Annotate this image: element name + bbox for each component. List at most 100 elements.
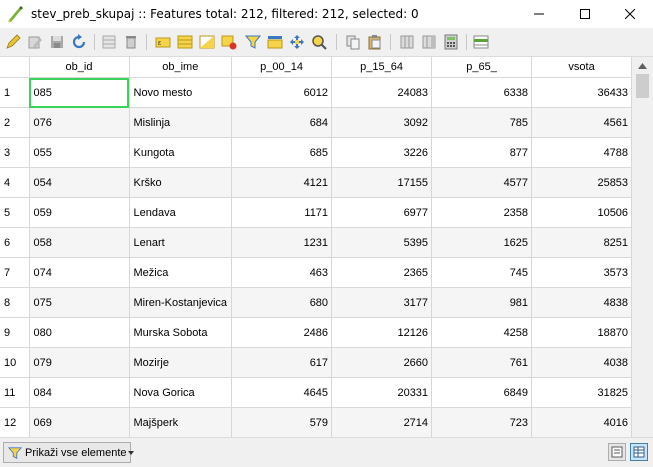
row-number[interactable]: 3 xyxy=(0,137,30,168)
toggle-edit-icon[interactable] xyxy=(4,33,22,51)
cell-p-65[interactable]: 4258 xyxy=(431,317,533,348)
paste-features-icon[interactable] xyxy=(366,33,384,51)
cell-ob-ime[interactable]: Miren-Kostanjevica xyxy=(129,287,233,318)
cell-ob-id[interactable]: 058 xyxy=(29,227,130,258)
row-number[interactable]: 11 xyxy=(0,377,30,408)
column-header-ob-ime[interactable]: ob_ime xyxy=(129,57,233,78)
cell-p-15-64[interactable]: 24083 xyxy=(331,77,433,108)
table-view-button[interactable] xyxy=(630,443,648,461)
scrollbar-thumb[interactable] xyxy=(636,74,649,98)
cell-vsota[interactable]: 36433 xyxy=(531,77,633,108)
cell-p-65[interactable]: 877 xyxy=(431,137,533,168)
cell-p-15-64[interactable]: 3226 xyxy=(331,137,433,168)
cell-p-15-64[interactable]: 6977 xyxy=(331,197,433,228)
delete-features-icon[interactable] xyxy=(122,33,140,51)
cell-p-00-14[interactable]: 579 xyxy=(231,407,333,437)
cell-vsota[interactable]: 18870 xyxy=(531,317,633,348)
cell-p-65[interactable]: 981 xyxy=(431,287,533,318)
cell-p-65[interactable]: 785 xyxy=(431,107,533,138)
add-feature-icon[interactable] xyxy=(100,33,118,51)
cell-vsota[interactable]: 25853 xyxy=(531,167,633,198)
column-header-p-65[interactable]: p_65_ xyxy=(431,57,533,78)
cell-vsota[interactable]: 3573 xyxy=(531,257,633,288)
cell-ob-id[interactable]: 069 xyxy=(29,407,130,437)
delete-field-icon[interactable] xyxy=(398,33,416,51)
cell-p-00-14[interactable]: 680 xyxy=(231,287,333,318)
cell-vsota[interactable]: 4016 xyxy=(531,407,633,437)
cell-vsota[interactable]: 31825 xyxy=(531,377,633,408)
cell-p-65[interactable]: 745 xyxy=(431,257,533,288)
cell-ob-id[interactable]: 059 xyxy=(29,197,130,228)
minimize-button[interactable] xyxy=(516,0,562,28)
cell-ob-ime[interactable]: Murska Sobota xyxy=(129,317,233,348)
field-calculator-icon[interactable] xyxy=(442,33,460,51)
corner-cell[interactable] xyxy=(0,57,30,78)
table-row[interactable]: 11 084 Nova Gorica 4645 20331 6849 31825 xyxy=(0,377,633,408)
cell-p-65[interactable]: 2358 xyxy=(431,197,533,228)
cell-ob-id[interactable]: 085 xyxy=(29,77,130,108)
cell-p-15-64[interactable]: 20331 xyxy=(331,377,433,408)
cell-p-15-64[interactable]: 2660 xyxy=(331,347,433,378)
table-row[interactable]: 10 079 Mozirje 617 2660 761 4038 xyxy=(0,347,633,378)
cell-ob-ime[interactable]: Kungota xyxy=(129,137,233,168)
cell-p-00-14[interactable]: 4121 xyxy=(231,167,333,198)
cell-ob-ime[interactable]: Nova Gorica xyxy=(129,377,233,408)
select-all-icon[interactable] xyxy=(176,33,194,51)
multi-edit-icon[interactable] xyxy=(26,33,44,51)
column-header-p-00-14[interactable]: p_00_14 xyxy=(231,57,333,78)
deselect-all-icon[interactable] xyxy=(220,33,238,51)
column-header-p-15-64[interactable]: p_15_64 xyxy=(331,57,433,78)
cell-ob-id[interactable]: 076 xyxy=(29,107,130,138)
cell-p-65[interactable]: 4577 xyxy=(431,167,533,198)
select-expression-icon[interactable]: ε xyxy=(154,33,172,51)
cell-p-15-64[interactable]: 12126 xyxy=(331,317,433,348)
cell-p-15-64[interactable]: 2365 xyxy=(331,257,433,288)
filter-icon[interactable] xyxy=(244,33,262,51)
cell-p-15-64[interactable]: 3177 xyxy=(331,287,433,318)
cell-p-15-64[interactable]: 5395 xyxy=(331,227,433,258)
cell-ob-ime[interactable]: Mozirje xyxy=(129,347,233,378)
cell-vsota[interactable]: 8251 xyxy=(531,227,633,258)
new-field-icon[interactable] xyxy=(420,33,438,51)
vertical-scrollbar[interactable] xyxy=(632,57,653,437)
table-row[interactable]: 3 055 Kungota 685 3226 877 4788 xyxy=(0,137,633,168)
move-selection-top-icon[interactable] xyxy=(266,33,284,51)
zoom-to-selected-icon[interactable] xyxy=(310,33,328,51)
cell-ob-ime[interactable]: Majšperk xyxy=(129,407,233,437)
table-row[interactable]: 6 058 Lenart 1231 5395 1625 8251 xyxy=(0,227,633,258)
cell-p-00-14[interactable]: 1171 xyxy=(231,197,333,228)
cell-vsota[interactable]: 4788 xyxy=(531,137,633,168)
cell-ob-ime[interactable]: Krško xyxy=(129,167,233,198)
table-row[interactable]: 2 076 Mislinja 684 3092 785 4561 xyxy=(0,107,633,138)
reload-icon[interactable] xyxy=(70,33,88,51)
scroll-up-arrow-icon[interactable] xyxy=(632,57,653,74)
cell-p-00-14[interactable]: 6012 xyxy=(231,77,333,108)
table-row[interactable]: 9 080 Murska Sobota 2486 12126 4258 1887… xyxy=(0,317,633,348)
cell-ob-ime[interactable]: Lenart xyxy=(129,227,233,258)
row-number[interactable]: 10 xyxy=(0,347,30,378)
cell-p-00-14[interactable]: 2486 xyxy=(231,317,333,348)
row-number[interactable]: 1 xyxy=(0,77,30,108)
cell-ob-id[interactable]: 079 xyxy=(29,347,130,378)
cell-p-15-64[interactable]: 17155 xyxy=(331,167,433,198)
row-number[interactable]: 4 xyxy=(0,167,30,198)
cell-p-65[interactable]: 761 xyxy=(431,347,533,378)
cell-p-65[interactable]: 1625 xyxy=(431,227,533,258)
row-number[interactable]: 9 xyxy=(0,317,30,348)
cell-ob-id[interactable]: 084 xyxy=(29,377,130,408)
maximize-button[interactable] xyxy=(562,0,608,28)
cell-p-00-14[interactable]: 463 xyxy=(231,257,333,288)
table-row[interactable]: 5 059 Lendava 1171 6977 2358 10506 xyxy=(0,197,633,228)
cell-p-00-14[interactable]: 684 xyxy=(231,107,333,138)
row-number[interactable]: 2 xyxy=(0,107,30,138)
table-row[interactable]: 1 085 Novo mesto 6012 24083 6338 36433 xyxy=(0,77,633,108)
cell-vsota[interactable]: 4838 xyxy=(531,287,633,318)
cell-vsota[interactable]: 10506 xyxy=(531,197,633,228)
row-number[interactable]: 8 xyxy=(0,287,30,318)
column-header-vsota[interactable]: vsota xyxy=(531,57,633,78)
cell-p-00-14[interactable]: 1231 xyxy=(231,227,333,258)
copy-rows-icon[interactable] xyxy=(344,33,362,51)
cell-ob-ime[interactable]: Novo mesto xyxy=(129,77,233,108)
cell-p-00-14[interactable]: 4645 xyxy=(231,377,333,408)
cell-ob-ime[interactable]: Mislinja xyxy=(129,107,233,138)
